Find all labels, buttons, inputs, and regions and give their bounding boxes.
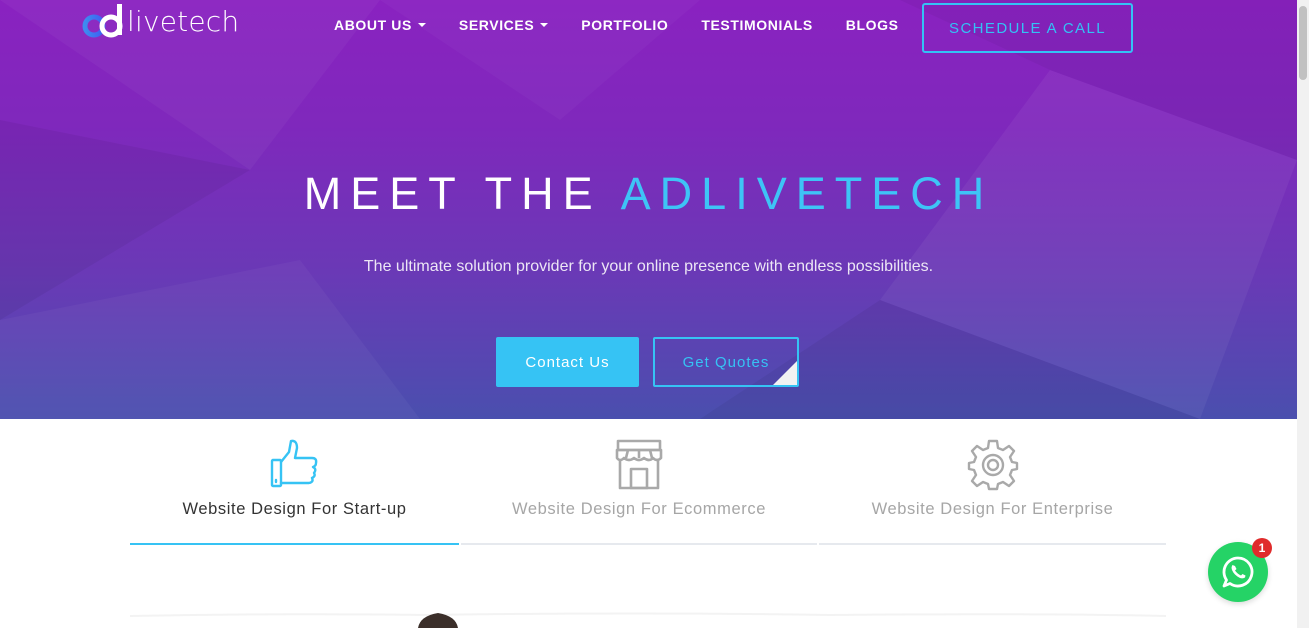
nav-services[interactable]: SERVICES	[458, 17, 549, 33]
storefront-icon	[615, 439, 663, 490]
chevron-down-icon	[540, 23, 549, 27]
tab-enterprise[interactable]: Website Design For Enterprise	[819, 419, 1166, 545]
tab-enterprise-label: Website Design For Enterprise	[871, 500, 1114, 518]
hero-title-accent: ADLIVETECH	[620, 168, 994, 219]
nav-testimonials[interactable]: TESTIMONIALS	[701, 17, 812, 33]
page-scrollbar[interactable]	[1297, 0, 1309, 628]
tab-ecommerce-label: Website Design For Ecommerce	[512, 500, 766, 518]
section-photo-top	[130, 612, 1166, 628]
service-tabs: Website Design For Start-up Website Desi…	[130, 419, 1166, 545]
nav-blogs[interactable]: BLOGS	[846, 17, 899, 33]
adlivetech-logo-mark	[82, 4, 123, 38]
nav-portfolio-label: PORTFOLIO	[581, 17, 669, 33]
nav-portfolio[interactable]: PORTFOLIO	[581, 17, 668, 33]
hero-section: livetech ABOUT US SERVICES PORTFOLIO TES…	[0, 0, 1297, 419]
get-quotes-button[interactable]: Get Quotes	[653, 337, 799, 387]
site-logo[interactable]: livetech	[82, 2, 239, 40]
contact-us-button[interactable]: Contact Us	[496, 337, 639, 387]
schedule-call-button[interactable]: SCHEDULE A CALL	[922, 3, 1133, 53]
nav-testimonials-label: TESTIMONIALS	[701, 17, 813, 33]
hero-title-main: MEET THE	[303, 168, 621, 219]
chevron-down-icon	[417, 23, 426, 27]
hero-subtitle: The ultimate solution provider for your …	[363, 258, 934, 275]
nav-services-label: SERVICES	[458, 17, 535, 33]
logo-text: livetech	[127, 4, 240, 38]
page-fold-corner	[773, 361, 797, 385]
get-quotes-label: Get Quotes	[682, 353, 770, 371]
scrollbar-thumb[interactable]	[1299, 6, 1307, 80]
nav-about-us[interactable]: ABOUT US	[334, 17, 426, 33]
tab-startup-label: Website Design For Start-up	[182, 500, 407, 518]
nav-about-us-label: ABOUT US	[334, 17, 412, 33]
whatsapp-icon	[1222, 556, 1254, 588]
tab-startup[interactable]: Website Design For Start-up	[130, 419, 459, 545]
main-nav: ABOUT US SERVICES PORTFOLIO TESTIMONIALS…	[334, 17, 932, 33]
nav-blogs-label: BLOGS	[845, 17, 899, 33]
gear-icon	[967, 439, 1018, 491]
notification-badge: 1	[1252, 538, 1272, 558]
hero-title: MEET THE ADLIVETECH	[0, 168, 1297, 220]
thumbs-up-icon	[270, 439, 317, 488]
tab-ecommerce[interactable]: Website Design For Ecommerce	[461, 419, 817, 545]
